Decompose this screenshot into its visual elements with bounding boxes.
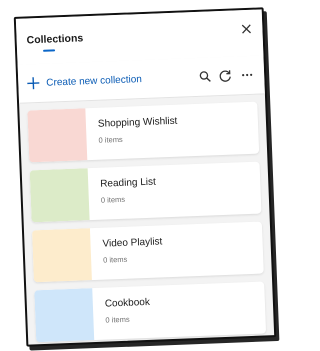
collection-card[interactable]: Reading List 0 items — [29, 161, 262, 223]
collections-list: Shopping Wishlist 0 items Reading List 0… — [27, 101, 267, 347]
collection-count: 0 items — [100, 194, 126, 205]
close-button[interactable] — [238, 21, 255, 38]
close-icon — [241, 24, 251, 34]
collection-name: Reading List — [100, 176, 157, 190]
collection-name: Cookbook — [104, 296, 151, 310]
plus-icon — [27, 77, 40, 90]
collections-panel: Collections Create new collection Shoppi… — [13, 7, 277, 347]
collections-toolbar: Create new collection — [17, 55, 265, 104]
collection-card[interactable]: Cookbook 0 items — [34, 281, 267, 343]
collection-thumbnail — [27, 108, 88, 163]
screenshot-stage: Collections Create new collection Shoppi… — [0, 0, 282, 351]
create-new-collection-label: Create new collection — [46, 73, 143, 89]
search-icon[interactable] — [198, 69, 213, 84]
collection-name: Shopping Wishlist — [97, 115, 178, 130]
refresh-icon[interactable] — [218, 69, 233, 84]
create-new-collection-button[interactable]: Create new collection — [26, 71, 142, 91]
panel-title: Collections — [26, 32, 84, 47]
collection-count: 0 items — [102, 254, 128, 265]
collection-count: 0 items — [98, 134, 123, 145]
collection-card[interactable]: Video Playlist 0 items — [31, 221, 264, 283]
collection-thumbnail — [29, 168, 90, 223]
more-icon[interactable] — [240, 68, 255, 83]
collection-card[interactable]: Shopping Wishlist 0 items — [27, 101, 260, 163]
tab-underline — [43, 49, 56, 52]
collection-count: 0 items — [105, 314, 130, 325]
collection-name: Video Playlist — [102, 236, 163, 250]
collection-thumbnail — [31, 228, 92, 283]
collection-thumbnail — [34, 288, 95, 343]
